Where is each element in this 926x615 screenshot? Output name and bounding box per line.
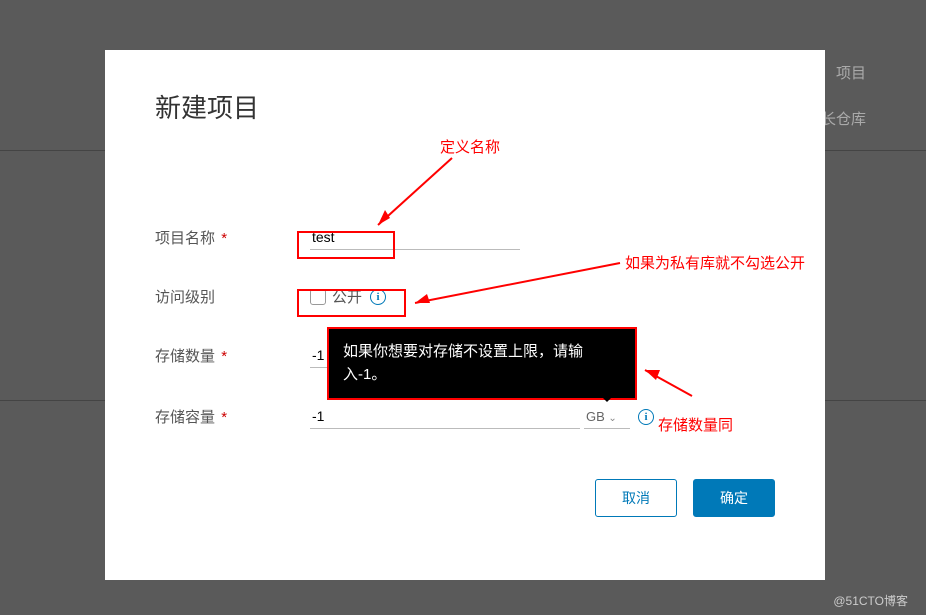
ann-define-name: 定义名称 [440, 136, 500, 157]
label-capacity: 存储容量 [155, 409, 215, 426]
public-checkbox[interactable] [310, 289, 326, 305]
bg-tab-repos: 长仓库 [821, 108, 866, 129]
row-access-level: 访问级别 公开 i [155, 286, 775, 307]
watermark: @51CTO博客 [833, 592, 908, 609]
row-project-name: 项目名称 * [155, 225, 775, 250]
ann-quota-same: 存储数量同 [658, 414, 733, 435]
capacity-input[interactable] [310, 404, 580, 429]
cancel-button[interactable]: 取消 [595, 479, 677, 517]
label-access-level: 访问级别 [155, 289, 215, 306]
chevron-down-icon: ⌄ [608, 413, 616, 424]
ann-private: 如果为私有库就不勾选公开 [625, 252, 805, 273]
info-icon[interactable]: i [370, 289, 386, 305]
ok-button[interactable]: 确定 [693, 479, 775, 517]
public-checkbox-label: 公开 [332, 286, 362, 307]
bg-tab-projects: 项目 [836, 62, 866, 83]
info-icon[interactable]: i [638, 409, 654, 425]
tooltip-storage-limit: 如果你想要对存储不设置上限，请输入-1。 [327, 327, 637, 400]
modal-title: 新建项目 [155, 88, 775, 125]
label-project-name: 项目名称 [155, 230, 215, 247]
create-project-modal: 新建项目 项目名称 * 访问级别 公开 i 存储数量 * 存储容量 * GB ⌄… [105, 50, 825, 580]
project-name-input[interactable] [310, 225, 520, 250]
label-quota: 存储数量 [155, 348, 215, 365]
